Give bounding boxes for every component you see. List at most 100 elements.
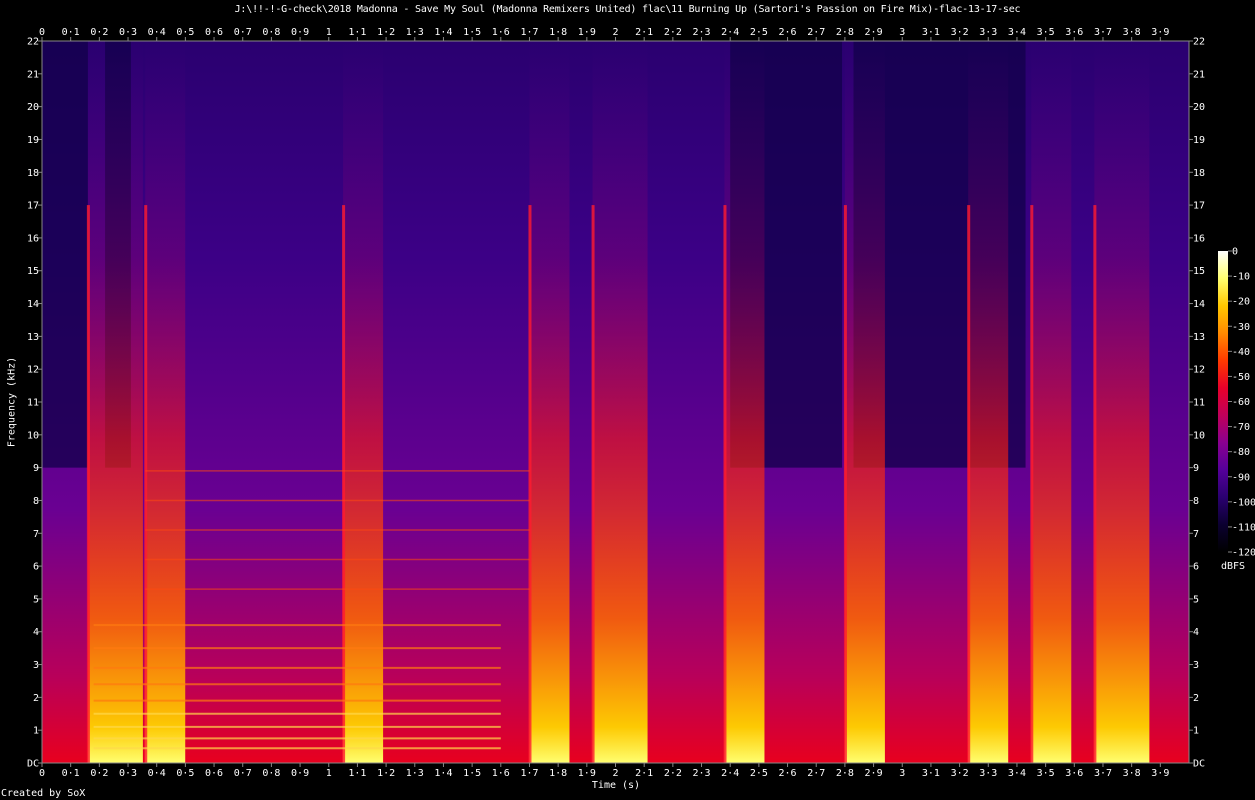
- onset-burst-8: [968, 41, 1009, 763]
- colorbar-tick-label: -60: [1232, 397, 1250, 408]
- y-tick-label-right: 7: [1193, 529, 1199, 540]
- onset-transient-6: [723, 205, 727, 763]
- y-tick-label-right: 1: [1193, 726, 1199, 737]
- onset-transient-1: [86, 205, 90, 763]
- x-tick-label-top: 1·7: [520, 27, 538, 38]
- x-tick-label-top: 3·4: [1008, 27, 1026, 38]
- x-tick-label-top: 3·9: [1151, 27, 1169, 38]
- x-tick-label-top: 0·8: [262, 27, 280, 38]
- y-tick-label-left: 1: [33, 726, 39, 737]
- y-tick-label-right: 22: [1193, 37, 1205, 48]
- x-tick-label-top: 2·6: [779, 27, 797, 38]
- x-tick-label-top: 0·3: [119, 27, 137, 38]
- x-tick-label-bottom: 0·1: [62, 768, 80, 779]
- x-tick-label-bottom: 0·9: [291, 768, 309, 779]
- y-tick-label-right: 11: [1193, 398, 1205, 409]
- x-tick-label-top: 0·7: [234, 27, 252, 38]
- y-tick-label-left: 19: [27, 135, 39, 146]
- x-tick-label-bottom: 2·4: [721, 768, 739, 779]
- x-tick-label-bottom: 3·6: [1065, 768, 1083, 779]
- onset-burst-3: [343, 41, 384, 763]
- colorbar-tick-label: -30: [1232, 322, 1250, 333]
- y-tick-label-right: 17: [1193, 201, 1205, 212]
- y-tick-label-left: 21: [27, 69, 39, 80]
- y-tick-label-right: 14: [1193, 299, 1205, 310]
- x-tick-label-top: 1·9: [578, 27, 596, 38]
- colorbar-tick-label: -110: [1232, 522, 1255, 533]
- x-tick-label-bottom: 3·2: [951, 768, 969, 779]
- y-tick-label-left: DC: [27, 759, 39, 770]
- x-tick-label-bottom: 1·3: [406, 768, 424, 779]
- y-tick-label-right: 10: [1193, 430, 1205, 441]
- y-tick-label-left: 12: [27, 365, 39, 376]
- y-tick-label-right: DC: [1193, 759, 1205, 770]
- x-tick-label-bottom: 3·5: [1037, 768, 1055, 779]
- x-tick-label-bottom: 1·4: [434, 768, 452, 779]
- x-tick-label-top: 0: [39, 27, 45, 38]
- quiet-region-1: [42, 41, 88, 468]
- onset-burst-6: [724, 41, 765, 763]
- y-tick-label-right: 19: [1193, 135, 1205, 146]
- colorbar-tick-label: 0: [1232, 247, 1238, 258]
- x-tick-label-top: 3·7: [1094, 27, 1112, 38]
- x-tick-label-bottom: 2·7: [807, 768, 825, 779]
- x-tick-label-bottom: 1: [326, 768, 332, 779]
- colorbar-tick-label: -120: [1232, 548, 1255, 559]
- x-tick-label-bottom: 3: [899, 768, 905, 779]
- onset-transient-7: [843, 205, 847, 763]
- y-tick-label-left: 22: [27, 37, 39, 48]
- x-tick-label-bottom: 1·7: [520, 768, 538, 779]
- colorbar-tick-label: -40: [1232, 347, 1250, 358]
- x-tick-label-bottom: 2·8: [836, 768, 854, 779]
- x-tick-label-bottom: 2·6: [779, 768, 797, 779]
- x-tick-label-bottom: 2·1: [635, 768, 653, 779]
- y-tick-label-right: 5: [1193, 594, 1199, 605]
- onset-transient-4: [528, 205, 532, 763]
- onset-burst-1: [87, 41, 143, 763]
- x-tick-label-top: 1·6: [492, 27, 510, 38]
- onset-transient-10: [1093, 205, 1097, 763]
- y-tick-label-right: 3: [1193, 660, 1199, 671]
- y-tick-label-right: 16: [1193, 233, 1205, 244]
- x-tick-label-bottom: 1·1: [348, 768, 366, 779]
- x-tick-label-top: 1·5: [463, 27, 481, 38]
- onset-transient-2: [144, 205, 148, 763]
- x-tick-label-bottom: 0·7: [234, 768, 252, 779]
- x-tick-label-top: 0·5: [176, 27, 194, 38]
- x-tick-label-top: 1·8: [549, 27, 567, 38]
- x-tick-label-bottom: 2·5: [750, 768, 768, 779]
- colorbar-tick-label: -100: [1232, 497, 1255, 508]
- y-tick-label-left: 2: [33, 693, 39, 704]
- x-tick-label-top: 3: [899, 27, 905, 38]
- x-tick-label-top: 2·3: [692, 27, 710, 38]
- y-tick-label-left: 15: [27, 266, 39, 277]
- x-tick-label-top: 2·7: [807, 27, 825, 38]
- onset-burst-5: [592, 41, 648, 763]
- x-tick-label-bottom: 2·9: [865, 768, 883, 779]
- x-tick-label-bottom: 3·3: [979, 768, 997, 779]
- x-tick-label-top: 3·2: [951, 27, 969, 38]
- colorbar-ticks: 0 -10 -20 -30 -40 -50 -60 -70 -80 -90 -100 -110 -120: [1228, 247, 1255, 559]
- y-tick-label-right: 20: [1193, 102, 1205, 113]
- colorbar-tick-label: -50: [1232, 372, 1250, 383]
- x-tick-label-top: 3·8: [1123, 27, 1141, 38]
- x-tick-label-top: 0·1: [62, 27, 80, 38]
- colorbar-tick-label: -80: [1232, 447, 1250, 458]
- x-tick-label-top: 0·2: [90, 27, 108, 38]
- y-tick-label-right: 9: [1193, 463, 1199, 474]
- x-tick-label-top: 0·9: [291, 27, 309, 38]
- x-tick-label-bottom: 1·6: [492, 768, 510, 779]
- x-tick-label-top: 3·3: [979, 27, 997, 38]
- x-tick-label-bottom: 1·2: [377, 768, 395, 779]
- onset-burst-9: [1031, 41, 1072, 763]
- y-tick-label-right: 21: [1193, 69, 1205, 80]
- onset-burst-4: [529, 41, 570, 763]
- x-tick-label-top: 2·5: [750, 27, 768, 38]
- x-tick-label-bottom: 2: [612, 768, 618, 779]
- x-tick-label-bottom: 1·5: [463, 768, 481, 779]
- onset-transient-5: [591, 205, 595, 763]
- x-tick-label-bottom: 3·7: [1094, 768, 1112, 779]
- y-tick-label-left: 8: [33, 496, 39, 507]
- onset-transient-8: [967, 205, 971, 763]
- y-tick-label-right: 13: [1193, 332, 1205, 343]
